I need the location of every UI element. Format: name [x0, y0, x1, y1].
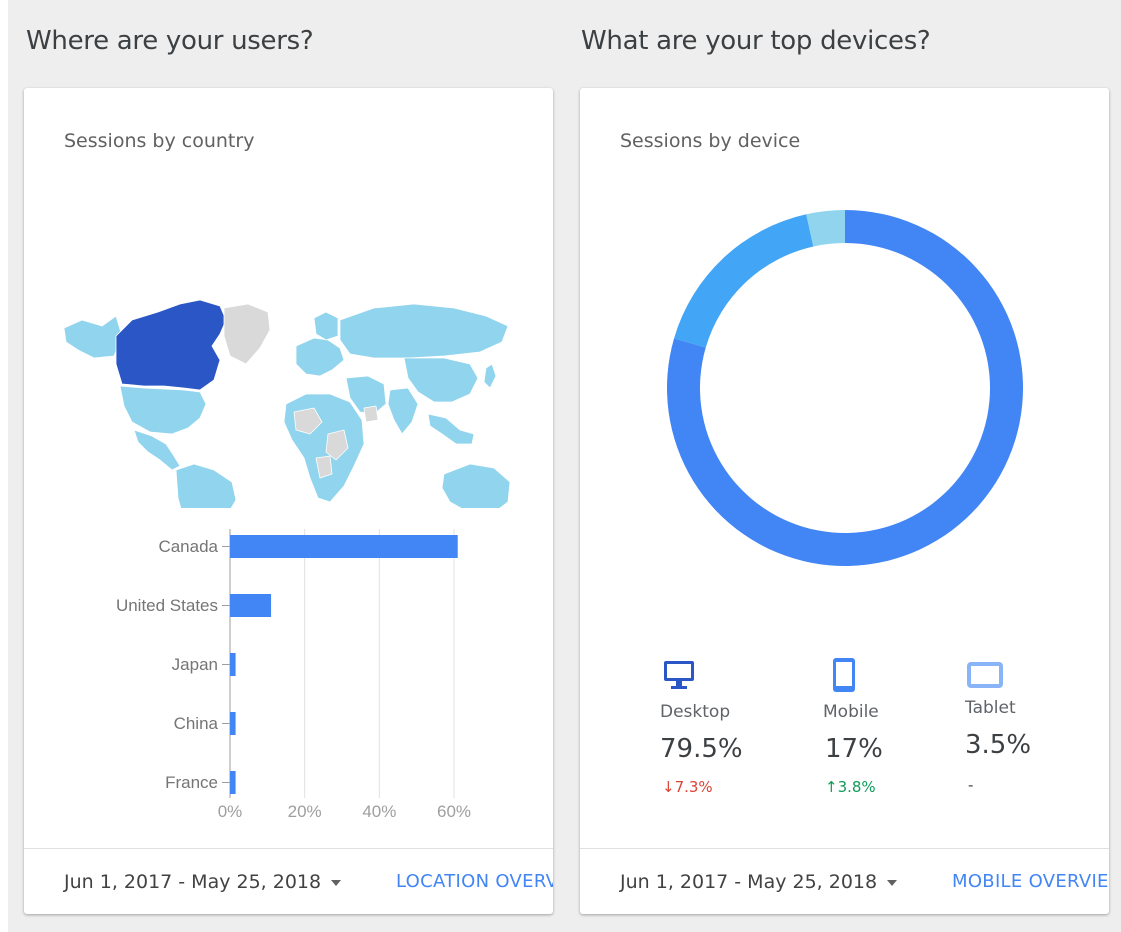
- chevron-down-icon: [331, 879, 342, 886]
- map-region-south-america[interactable]: [175, 463, 237, 508]
- map-region-alaska[interactable]: [63, 315, 123, 359]
- chevron-down-icon: [887, 879, 898, 886]
- bar[interactable]: [230, 653, 236, 676]
- bar-label: France: [165, 773, 218, 792]
- map-region-europe[interactable]: [295, 337, 345, 377]
- device-change: -: [968, 776, 974, 794]
- device-percent: 3.5%: [965, 730, 1032, 760]
- device-change: ↑3.8%: [825, 778, 876, 796]
- card-footer: Jun 1, 2017 - May 25, 2018 MOBILE OVERVI…: [580, 848, 1109, 914]
- card-footer: Jun 1, 2017 - May 25, 2018 LOCATION OVER…: [24, 848, 553, 914]
- desktop-icon: [664, 661, 694, 689]
- map-region-japan[interactable]: [483, 363, 497, 389]
- device-card: Sessions by device Desktop 79.5% ↓7.3% M…: [580, 88, 1109, 914]
- map-region-australia[interactable]: [441, 463, 511, 508]
- map-region-canada[interactable]: [115, 299, 227, 391]
- date-range-selector[interactable]: Jun 1, 2017 - May 25, 2018: [620, 871, 898, 893]
- date-range-selector[interactable]: Jun 1, 2017 - May 25, 2018: [64, 871, 342, 893]
- map-region-africa[interactable]: [283, 393, 365, 503]
- bar[interactable]: [230, 771, 236, 794]
- arrow-down-icon: ↓: [662, 778, 675, 796]
- mobile-icon: [833, 658, 855, 692]
- map-region-greenland[interactable]: [223, 303, 271, 365]
- section-title-users: Where are your users?: [26, 26, 314, 56]
- bar[interactable]: [230, 712, 236, 735]
- device-percent: 79.5%: [660, 734, 743, 764]
- card-title: Sessions by country: [64, 130, 255, 152]
- map-region-mexico[interactable]: [133, 429, 181, 471]
- bar[interactable]: [230, 594, 272, 617]
- tick-label: 40%: [362, 802, 397, 821]
- world-map[interactable]: [24, 208, 553, 508]
- map-region-nodata-3[interactable]: [363, 405, 379, 423]
- tick-label: 60%: [436, 802, 472, 821]
- tick-label: 0%: [217, 802, 243, 821]
- date-range-label: Jun 1, 2017 - May 25, 2018: [620, 871, 878, 893]
- bar-label: China: [173, 714, 218, 733]
- sessions-by-device-chart: [667, 210, 1023, 566]
- tablet-icon: [967, 662, 1003, 688]
- card-title: Sessions by device: [620, 130, 801, 152]
- date-range-label: Jun 1, 2017 - May 25, 2018: [64, 871, 322, 893]
- section-title-devices: What are your top devices?: [581, 26, 931, 56]
- map-region-china[interactable]: [403, 357, 479, 403]
- bar-label: Canada: [158, 537, 218, 556]
- device-name: Mobile: [823, 702, 879, 722]
- mobile-overview-link[interactable]: MOBILE OVERVIEW: [952, 871, 1109, 892]
- map-region-scandinavia[interactable]: [313, 311, 339, 341]
- donut-slice-mobile[interactable]: [674, 214, 814, 348]
- tick-label: 20%: [287, 802, 322, 821]
- arrow-up-icon: ↑: [825, 778, 838, 796]
- location-overview-link[interactable]: LOCATION OVERVIEW: [396, 871, 553, 892]
- device-change: ↓7.3%: [662, 778, 713, 796]
- map-region-se-asia[interactable]: [427, 413, 475, 445]
- map-region-india[interactable]: [387, 387, 419, 435]
- map-region-usa[interactable]: [119, 385, 207, 435]
- bar[interactable]: [230, 535, 458, 558]
- device-percent: 17%: [825, 734, 883, 764]
- map-region-russia[interactable]: [339, 303, 509, 359]
- device-name: Desktop: [660, 702, 731, 722]
- bar-label: United States: [115, 596, 218, 615]
- bar-label: Japan: [171, 655, 218, 674]
- country-card: Sessions by country Jun 1, 2017 - May 25…: [24, 88, 553, 914]
- device-name: Tablet: [965, 698, 1016, 718]
